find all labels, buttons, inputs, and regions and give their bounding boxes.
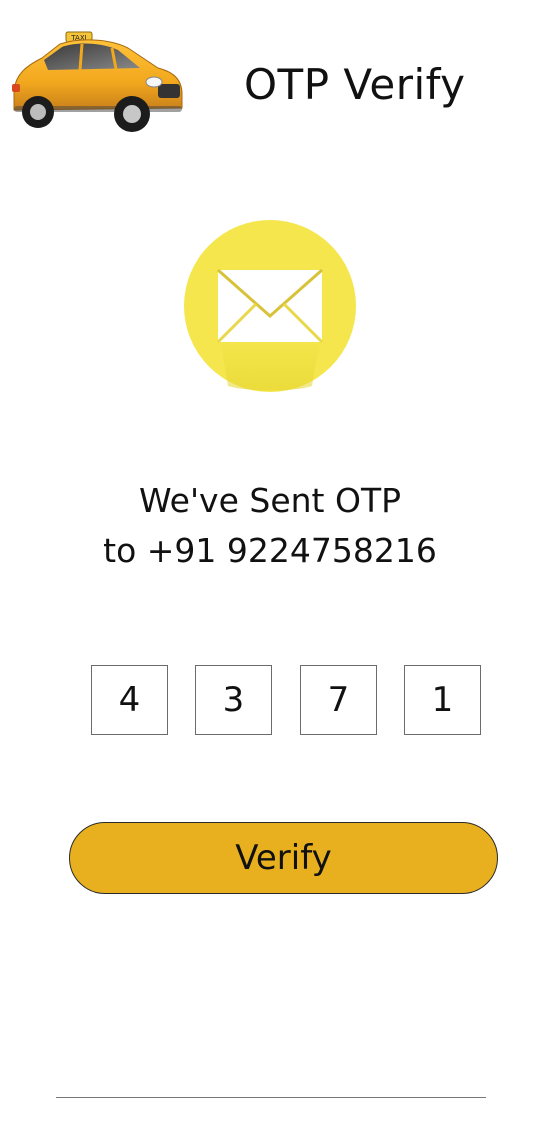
otp-digit-1[interactable]: 4 [91, 665, 168, 735]
app-header: TAXI OTP Verify [0, 0, 540, 150]
verify-button[interactable]: Verify [69, 822, 498, 894]
otp-digit-2[interactable]: 3 [195, 665, 272, 735]
otp-digit-4[interactable]: 1 [404, 665, 481, 735]
otp-input-row: 4 3 7 1 [0, 665, 540, 737]
taxi-car-icon: TAXI [12, 31, 183, 132]
otp-sent-line: We've Sent OTP [138, 481, 402, 520]
otp-digit-3[interactable]: 7 [300, 665, 377, 735]
otp-sent-message: We've Sent OTP to +91 9224758216 [0, 476, 540, 576]
otp-phone-line: to +91 9224758216 [103, 531, 437, 570]
page-title: OTP Verify [244, 60, 466, 109]
bottom-divider [56, 1097, 486, 1098]
envelope-icon [184, 220, 356, 392]
